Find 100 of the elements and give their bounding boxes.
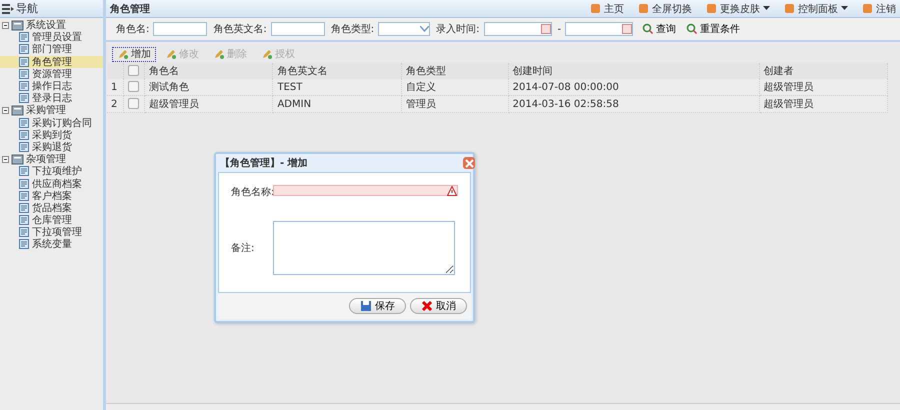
tree-item[interactable]: 系统设置 xyxy=(0,19,103,32)
document-icon xyxy=(18,43,30,56)
date-field[interactable] xyxy=(484,22,552,36)
document-icon xyxy=(18,226,30,238)
document-icon xyxy=(18,56,30,68)
tree-item[interactable]: 供应商档案 xyxy=(0,177,103,190)
table-cell: 超级管理员 xyxy=(759,96,888,112)
cross-icon xyxy=(421,300,433,312)
document-icon xyxy=(18,214,30,226)
table-cell: 超级管理员 xyxy=(144,96,273,112)
field-label: 角色类型: xyxy=(330,22,374,36)
input-field[interactable] xyxy=(273,185,458,196)
checkbox[interactable] xyxy=(128,65,139,76)
tree-item[interactable]: 杂项管理 xyxy=(0,153,103,166)
document-icon xyxy=(18,31,30,44)
remarks-field[interactable] xyxy=(273,221,455,275)
tree-item[interactable]: 采购订购合同 xyxy=(0,116,103,129)
tree-item[interactable]: 系统变量 xyxy=(0,238,103,251)
cancel-button[interactable]: 取消 xyxy=(410,298,467,314)
warning-icon xyxy=(447,186,457,196)
field-label: 角色名称: xyxy=(231,186,273,199)
field-label: 录入时间: xyxy=(436,22,480,36)
range-separator: - xyxy=(558,24,562,34)
date-field[interactable] xyxy=(565,22,634,36)
search-icon xyxy=(686,23,698,35)
tree-item[interactable]: 角色管理 xyxy=(0,56,103,68)
caret-icon xyxy=(763,6,770,11)
folder-icon xyxy=(11,153,24,166)
pencil-icon xyxy=(261,48,273,60)
pencil-icon xyxy=(213,48,225,60)
checkbox[interactable] xyxy=(128,98,139,110)
sidebar-title: 导航 xyxy=(16,1,38,16)
save-button[interactable]: 保存 xyxy=(349,298,406,314)
search-icon xyxy=(642,23,654,35)
folder-icon xyxy=(11,104,24,116)
document-icon xyxy=(18,68,30,80)
tree-item[interactable]: 客户档案 xyxy=(0,190,103,202)
search-button[interactable]: 查询 xyxy=(639,22,680,36)
document-icon xyxy=(18,165,30,178)
menu-icon xyxy=(2,4,14,14)
table-cell: 测试角色 xyxy=(144,79,273,96)
pencil-icon xyxy=(117,48,129,60)
close-button[interactable] xyxy=(463,157,475,169)
expander-icon[interactable] xyxy=(2,106,9,114)
tree-item[interactable]: 下拉项维护 xyxy=(0,165,103,178)
dropdown-field[interactable] xyxy=(378,22,430,36)
tree-item[interactable]: 部门管理 xyxy=(0,43,103,56)
tree-item[interactable]: 采购到货 xyxy=(0,128,103,141)
document-icon xyxy=(18,140,30,153)
document-icon xyxy=(18,202,30,214)
column-header: 角色类型 xyxy=(401,63,508,79)
table-cell: TEST xyxy=(272,79,402,96)
document-icon xyxy=(18,80,30,92)
table-cell: 2014-03-16 02:58:58 xyxy=(508,96,759,112)
dialog-title: 【角色管理】- 增加 xyxy=(220,156,308,170)
table-cell: 自定义 xyxy=(401,79,508,96)
tree-item[interactable]: 资源管理 xyxy=(0,68,103,80)
field-label: 角色名: xyxy=(116,23,150,36)
document-icon xyxy=(18,238,30,250)
document-icon xyxy=(18,92,30,104)
document-icon xyxy=(18,178,30,190)
tree-item[interactable]: 登录日志 xyxy=(0,92,103,104)
toolbar-button[interactable]: 增加 xyxy=(112,46,156,62)
expander-icon[interactable] xyxy=(2,22,9,29)
table-cell: 管理员 xyxy=(401,96,508,112)
tree-item[interactable]: 货品档案 xyxy=(0,202,103,214)
column-header: 创建时间 xyxy=(508,63,759,79)
table-cell: 超级管理员 xyxy=(759,79,888,96)
calendar-icon xyxy=(622,24,632,34)
tree-item[interactable]: 管理员设置 xyxy=(0,31,103,44)
document-icon xyxy=(18,190,30,202)
column-header: 创建者 xyxy=(759,63,888,79)
input-field[interactable] xyxy=(270,22,325,36)
document-icon xyxy=(18,128,30,141)
tree-item[interactable]: 仓库管理 xyxy=(0,214,103,226)
column-header: 角色英文名 xyxy=(272,63,402,79)
tree-item[interactable]: 下拉项管理 xyxy=(0,226,103,238)
caret-icon xyxy=(841,6,848,11)
table-cell: ADMIN xyxy=(272,96,402,112)
document-icon xyxy=(18,116,30,129)
field-label: 备注: xyxy=(231,242,256,255)
top-link[interactable]: 主页 xyxy=(590,2,624,16)
top-link[interactable]: 更换皮肤 xyxy=(706,2,770,16)
checkbox[interactable] xyxy=(128,81,139,92)
tree-item[interactable]: 采购管理 xyxy=(0,104,103,116)
tree-item[interactable]: 采购退货 xyxy=(0,140,103,154)
table-cell: 2014-07-08 00:00:00 xyxy=(508,79,759,96)
top-link[interactable]: 注销 xyxy=(862,2,896,16)
pencil-icon xyxy=(165,48,177,60)
caret-icon xyxy=(420,26,430,32)
row-number: 2 xyxy=(107,96,124,112)
top-link[interactable]: 全屏切换 xyxy=(638,2,692,16)
expander-icon[interactable] xyxy=(2,156,9,163)
panel-title: 角色管理 xyxy=(110,2,150,16)
tree-item[interactable]: 操作日志 xyxy=(0,80,103,92)
search-button[interactable]: 重置条件 xyxy=(683,22,744,36)
field-label: 角色英文名: xyxy=(213,22,267,36)
row-number: 1 xyxy=(107,79,124,96)
input-field[interactable] xyxy=(153,22,208,36)
top-link[interactable]: 控制面板 xyxy=(784,2,848,16)
